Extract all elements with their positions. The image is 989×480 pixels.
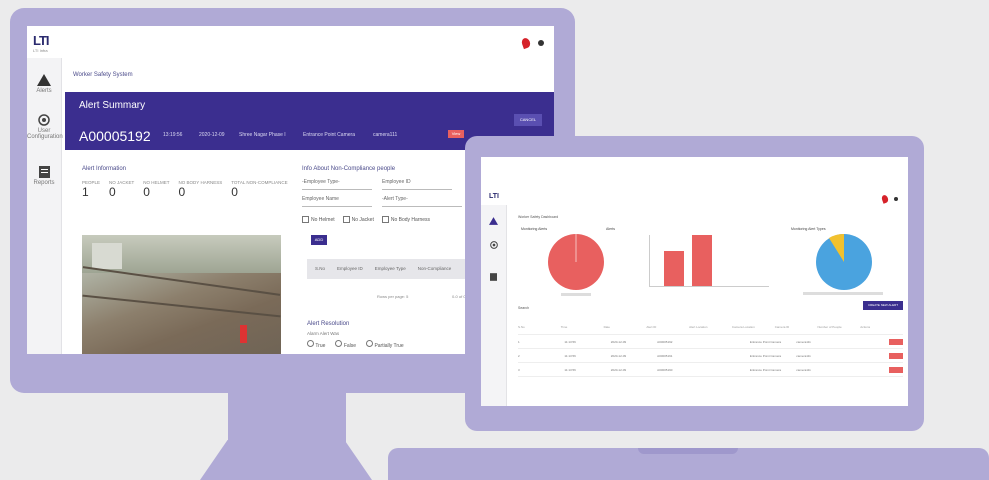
view-alert-button[interactable]: [889, 366, 903, 373]
bar-axis: [649, 235, 650, 287]
alert-camera-name: Entrance Point Camera: [303, 132, 355, 138]
reports-icon: [38, 166, 50, 178]
laptop-screen: LTI Worker Safety Dashboard Monitoring A…: [481, 157, 908, 406]
user-icon[interactable]: [538, 40, 544, 46]
rows-per-page[interactable]: Rows per page: 5: [377, 294, 408, 299]
user-icon[interactable]: [894, 197, 898, 201]
bar-2: [692, 235, 712, 286]
employee-name-field[interactable]: Employee Name: [302, 196, 372, 207]
alert-id: A00005192: [79, 128, 151, 144]
card-title-monitoring-alerts: Monitoring Alerts: [521, 227, 548, 231]
notification-icon[interactable]: [520, 36, 532, 50]
stat-no-jacket: NO JACKET 0: [109, 180, 135, 199]
no-helmet-checkbox[interactable]: No Helmet: [302, 216, 335, 223]
laptop-breadcrumb: Worker Safety Dashboard: [518, 215, 559, 219]
breadcrumb: Worker Safety System: [73, 72, 133, 78]
sidebar-item-user-configuration[interactable]: User Configuration: [27, 114, 63, 140]
notification-icon[interactable]: [880, 194, 890, 204]
table-row[interactable]: 3 11:13:56 2020-12-09 A00005190 Entrance Poi…: [518, 363, 903, 377]
top-icons: [520, 36, 544, 50]
alert-information-title: Alert Information: [82, 166, 127, 172]
compliance-checks: No Helmet No Jacket No Body Harness: [302, 216, 430, 223]
sidebar-item-label: Alerts: [36, 88, 52, 94]
warning-icon: [37, 74, 51, 86]
sidebar: Alerts User Configuration Reports: [27, 58, 63, 354]
view-alert-button[interactable]: [889, 352, 903, 359]
alert-resolution-prompt: Alarm Alert Was: [307, 331, 340, 336]
sidebar-item-alerts[interactable]: Alerts: [27, 74, 61, 94]
alerts-table: S.No Time Date Alert ID Alert Location Camera…: [518, 320, 903, 377]
create-new-alert-button[interactable]: CREATE NEW ALERT: [863, 301, 903, 310]
laptop-sidebar-item-user-configuration[interactable]: [481, 241, 506, 250]
resolution-partially-true-radio[interactable]: Partially True: [366, 340, 404, 349]
sidebar-item-label: Reports: [33, 180, 55, 186]
alert-resolution-options: True False Partially True: [307, 340, 404, 349]
alert-date: 2020-12-09: [199, 132, 225, 138]
monitor-stand-base: [200, 440, 372, 480]
laptop-sidebar: [481, 205, 507, 406]
alert-stats: PEOPLE 1 NO JACKET 0 NO HELMET 0 NO BODY HA…: [82, 180, 288, 199]
card-title-alerts: Alerts: [606, 227, 615, 231]
laptop-top-icons: [880, 194, 898, 204]
alert-camera-id: camera111: [373, 132, 398, 138]
monitoring-alerts-pie: [548, 234, 604, 290]
alert-resolution-title: Alert Resolution: [307, 321, 350, 327]
no-jacket-checkbox[interactable]: No Jacket: [342, 216, 374, 223]
alert-types-pie: [816, 233, 872, 290]
app-logo: LTI LTI Infra: [33, 33, 50, 53]
user-config-icon: [489, 241, 498, 249]
no-body-harness-checkbox[interactable]: No Body Harness: [381, 216, 430, 223]
laptop-app-logo: LTI: [489, 193, 499, 200]
laptop-search[interactable]: Search: [518, 306, 529, 310]
alert-site: Shree Nagar Phase I: [239, 132, 286, 138]
cancel-button[interactable]: CANCEL: [514, 114, 542, 126]
alert-types-legend: [803, 292, 883, 295]
non-compliance-title: Info About Non-Compliance people: [302, 166, 396, 172]
resolution-false-radio[interactable]: False: [335, 340, 356, 349]
page-info: 0-0 of 0: [452, 294, 466, 299]
non-compliance-table-header: S.No Employee ID Employee Type Non-Compl…: [307, 259, 487, 279]
view-button[interactable]: View: [448, 130, 464, 138]
alert-camera-snapshot: [82, 235, 281, 354]
warning-icon: [489, 217, 498, 225]
laptop-sidebar-item-reports[interactable]: [481, 273, 506, 282]
monitor-stand-neck: [228, 393, 346, 445]
table-row[interactable]: 1 11:13:56 2020-12-09 A00005192 Entrance Poi…: [518, 335, 903, 349]
stat-no-body-harness: NO BODY HARNESS 0: [178, 180, 223, 199]
resolution-true-radio[interactable]: True: [307, 340, 325, 349]
laptop-sidebar-item-alerts[interactable]: [481, 217, 506, 226]
sidebar-item-reports[interactable]: Reports: [27, 166, 61, 186]
user-config-icon: [38, 114, 50, 126]
bar-1: [664, 251, 684, 286]
sidebar-item-label: User Configuration: [27, 128, 63, 140]
employee-id-field[interactable]: Employee ID: [382, 179, 452, 190]
reports-icon: [490, 273, 497, 281]
stat-total-non-compliance: TOTAL NON-COMPLIANCE 0: [231, 180, 288, 199]
employee-type-select[interactable]: -Employee Type-: [302, 179, 372, 190]
view-alert-button[interactable]: [889, 338, 903, 345]
table-header-row: S.No Time Date Alert ID Alert Location Camera…: [518, 320, 903, 335]
stat-no-helmet: NO HELMET 0: [143, 180, 170, 199]
alert-type-select[interactable]: -Alert Type-: [382, 196, 462, 207]
alert-time: 13:19:56: [163, 132, 183, 138]
add-button[interactable]: ADD: [311, 235, 327, 245]
laptop-notch: [638, 448, 738, 454]
stat-people: PEOPLE 1: [82, 180, 101, 199]
bar-baseline: [649, 286, 769, 287]
alert-summary-title: Alert Summary: [79, 100, 146, 111]
table-row[interactable]: 2 11:13:56 2020-12-09 A00005191 Entrance Poi…: [518, 349, 903, 363]
card-title-monitoring-alert-types: Monitoring Alert Types: [791, 227, 826, 231]
pie-legend: [561, 293, 591, 296]
